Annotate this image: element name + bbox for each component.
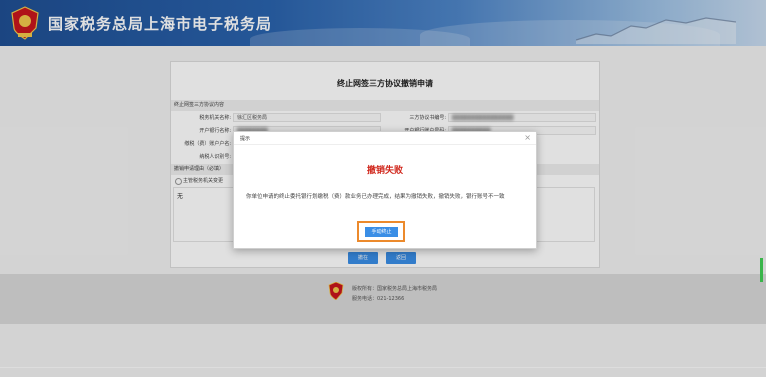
manual-terminate-highlight: 手动终止	[357, 221, 405, 242]
manual-terminate-button[interactable]: 手动终止	[365, 227, 398, 237]
page-bottom-divider	[0, 367, 766, 368]
dialog-message: 你单位申请的终止委托银行划缴税（费）款业务已办理完成，结果为撤销失败，撤销失败，…	[246, 194, 505, 200]
cancel-failed-status: 撤销失败	[366, 166, 403, 176]
scrollbar-indicator[interactable]	[760, 258, 763, 282]
dialog-title: 提示	[240, 136, 251, 142]
close-icon[interactable]: ×	[524, 133, 531, 143]
alert-dialog: 提示 × 撤销失败 你单位申请的终止委托银行划缴税（费）款业务已办理完成，结果为…	[233, 131, 537, 249]
dialog-header: 提示 ×	[234, 132, 536, 145]
